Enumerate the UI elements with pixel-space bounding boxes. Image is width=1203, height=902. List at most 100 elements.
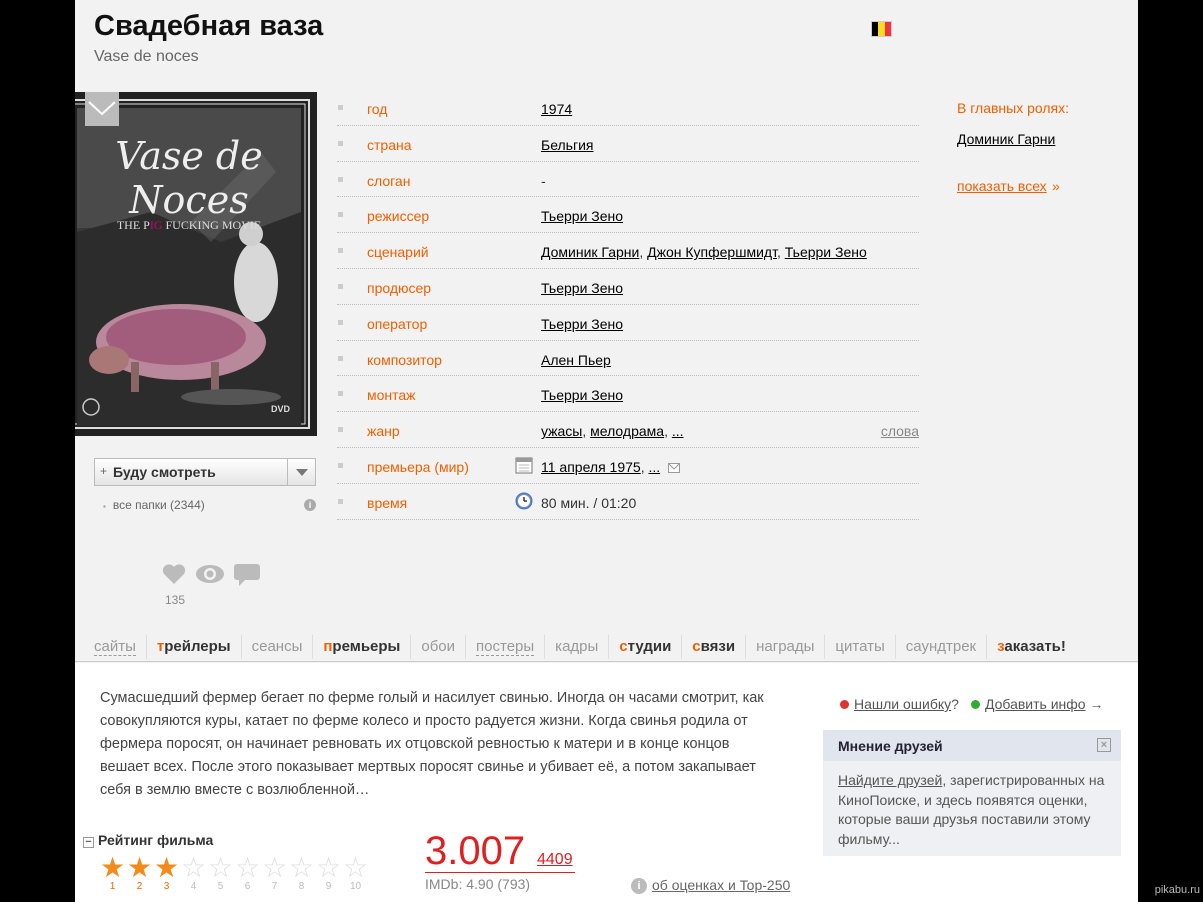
editor-link[interactable]: Тьерри Зено	[541, 387, 623, 403]
film-description: Сумасшедший фермер бегает по ферме голый…	[100, 690, 764, 798]
watchlist-button[interactable]: + Буду смотреть	[94, 458, 316, 486]
tab-premieres[interactable]: премьеры	[312, 634, 410, 659]
row-bullet	[338, 176, 343, 182]
composer-link[interactable]: Ален Пьер	[541, 352, 611, 368]
tab-soundtrack[interactable]: саундтрек	[894, 634, 986, 659]
tab-posters[interactable]: постеры	[465, 634, 544, 659]
star-icon: ★	[99, 852, 126, 883]
star-2[interactable]: ★ 2	[126, 854, 153, 892]
star-number: 9	[325, 881, 332, 892]
tab-stills[interactable]: кадры	[544, 634, 608, 659]
genre-link[interactable]: ужасы	[541, 423, 582, 439]
comment-icon[interactable]	[233, 562, 261, 591]
info-row-runtime: время 80 мин. / 01:20	[337, 484, 919, 520]
question-mark: ?	[951, 696, 959, 712]
clock-icon	[515, 492, 533, 515]
operator-link[interactable]: Тьерри Зено	[541, 316, 623, 332]
folders-info-icon[interactable]: i	[304, 499, 316, 511]
info-value: 1974	[541, 101, 572, 117]
keywords-link[interactable]: слова	[881, 423, 919, 439]
writer-link[interactable]: Тьерри Зено	[785, 244, 867, 260]
film-poster[interactable]: Vase de Noces THE PIG FUCKING MOVIE DVD	[75, 92, 317, 436]
votes-count-link[interactable]: 4409	[537, 851, 573, 869]
premiere-more-link[interactable]: ...	[648, 459, 660, 475]
envelope-icon[interactable]	[668, 462, 681, 473]
tab-label-rest: аказать!	[1004, 637, 1066, 655]
info-row-composer: композитор Ален Пьер	[337, 341, 919, 377]
writer-link[interactable]: Доминик Гарни	[541, 244, 639, 260]
star-icon: ☆	[180, 852, 207, 883]
poster-tagline-a: THE P	[116, 218, 150, 232]
tab-label-rest: рейлеры	[164, 637, 231, 655]
row-bullet	[338, 140, 343, 146]
row-bullet	[338, 355, 343, 361]
tab-order[interactable]: заказать!	[986, 634, 1076, 659]
close-icon[interactable]: ×	[1097, 738, 1111, 752]
separator: ,	[776, 244, 785, 261]
info-key: год	[367, 101, 388, 117]
star-number: 6	[244, 881, 251, 892]
star-number: 4	[190, 881, 197, 892]
star-8[interactable]: ☆ 8	[288, 854, 315, 892]
collapse-icon[interactable]: −	[83, 837, 94, 848]
info-key: премьера (мир)	[367, 458, 469, 475]
separator: ,	[582, 423, 591, 440]
minus-circle-icon	[840, 700, 849, 709]
about-ratings-link[interactable]: об оценках и Top-250	[652, 877, 790, 893]
dropdown-arrow-icon[interactable]	[287, 459, 315, 485]
tab-wallpapers[interactable]: обои	[410, 634, 465, 659]
genre-more-link[interactable]: ...	[672, 423, 684, 439]
tab-label-rest: тудии	[627, 637, 672, 655]
tab-sessions[interactable]: сеансы	[240, 634, 313, 659]
star-number: 2	[136, 881, 143, 892]
star-7[interactable]: ☆ 7	[261, 854, 288, 892]
star-5[interactable]: ☆ 5	[207, 854, 234, 892]
tab-links[interactable]: связи	[681, 634, 745, 659]
show-all-cast-link[interactable]: показать всех	[957, 178, 1047, 194]
info-key: страна	[367, 136, 412, 153]
report-error-link[interactable]: Нашли ошибку	[854, 696, 951, 712]
star-3[interactable]: ★ 3	[153, 854, 180, 892]
tab-studios[interactable]: студии	[608, 634, 681, 659]
director-link[interactable]: Тьерри Зено	[541, 208, 623, 224]
tab-trailers[interactable]: трейлеры	[145, 634, 241, 659]
friends-box-body: Найдите друзей, зарегистрированных на Ки…	[823, 761, 1121, 859]
star-1[interactable]: ★ 1	[99, 854, 126, 892]
premiere-date-link[interactable]: 11 апреля 1975	[541, 459, 641, 475]
eye-icon[interactable]	[195, 562, 225, 591]
info-key: режиссер	[367, 208, 430, 225]
row-bullet	[338, 105, 343, 110]
info-key: композитор	[367, 351, 442, 368]
row-bullet	[338, 212, 343, 218]
rating-heading: − Рейтинг фильма	[83, 832, 213, 848]
tab-label: кадры	[555, 637, 599, 655]
friends-box-title: Мнение друзей	[838, 738, 943, 754]
imdb-rating: IMDb: 4.90 (793)	[425, 876, 531, 892]
country-link[interactable]: Бельгия	[541, 137, 593, 153]
info-value: Тьерри Зено	[541, 316, 623, 332]
tab-sites[interactable]: сайты	[94, 635, 146, 659]
actor-link[interactable]: Доминик Гарни	[957, 131, 1055, 147]
producer-link[interactable]: Тьерри Зено	[541, 280, 623, 296]
row-bullet	[338, 427, 343, 433]
tab-awards[interactable]: награды	[745, 634, 824, 659]
star-rating[interactable]: ★ 1 ★ 2 ★ 3 ☆ 4 ☆ 5 ☆ 6 ☆ 7 ☆ 8 ☆ 9 ☆ 10	[99, 854, 369, 892]
info-value: Тьерри Зено	[541, 208, 623, 224]
all-folders-link[interactable]: все папки (2344)	[103, 498, 205, 512]
genre-link[interactable]: мелодрама	[590, 423, 664, 439]
star-6[interactable]: ☆ 6	[234, 854, 261, 892]
writer-link[interactable]: Джон Купфершмидт	[647, 244, 777, 260]
star-9[interactable]: ☆ 9	[315, 854, 342, 892]
star-10[interactable]: ☆ 10	[342, 854, 369, 892]
info-row-slogan: слоган -	[337, 162, 919, 198]
tab-quotes[interactable]: цитаты	[824, 634, 894, 659]
add-info-link[interactable]: Добавить инфо	[985, 696, 1086, 712]
find-friends-link[interactable]: Найдите друзей	[838, 772, 942, 788]
year-link[interactable]: 1974	[541, 101, 572, 117]
tab-label: сеансы	[251, 637, 303, 655]
star-4[interactable]: ☆ 4	[180, 854, 207, 892]
info-value: Доминик Гарни, Джон Купфершмидт, Тьерри …	[541, 244, 867, 260]
plus-circle-icon	[970, 700, 980, 709]
tab-label: саундтрек	[905, 637, 977, 655]
heart-icon[interactable]	[161, 562, 187, 591]
